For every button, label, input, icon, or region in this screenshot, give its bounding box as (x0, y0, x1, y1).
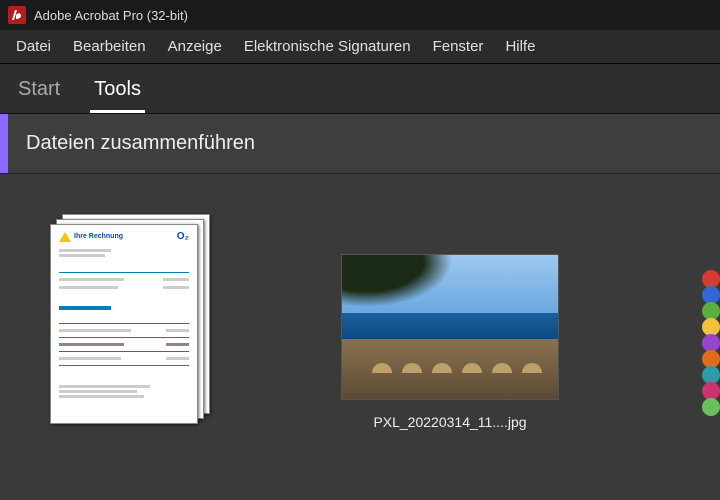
tab-tools[interactable]: Tools (88, 68, 147, 113)
tab-start[interactable]: Start (12, 68, 66, 113)
menubar: Datei Bearbeiten Anzeige Elektronische S… (0, 30, 720, 64)
titlebar: Adobe Acrobat Pro (32-bit) (0, 0, 720, 30)
warning-icon (59, 232, 71, 242)
panel-title: Dateien zusammenführen (8, 132, 255, 155)
menu-file[interactable]: Datei (6, 34, 61, 59)
menu-window[interactable]: Fenster (423, 34, 494, 59)
pdf-page-front: Ihre Rechnung O₂ (50, 224, 198, 424)
menu-help[interactable]: Hilfe (495, 34, 545, 59)
panel-header: Dateien zusammenführen (0, 114, 720, 174)
window-title: Adobe Acrobat Pro (32-bit) (34, 8, 188, 23)
file-list-area: Ihre Rechnung O₂ (0, 174, 720, 500)
image-thumbnail (341, 254, 559, 400)
file-item-partial[interactable] (702, 270, 720, 420)
file-item-image[interactable]: PXL_20220314_11....jpg (350, 214, 550, 430)
o2-logo: O₂ (177, 231, 189, 243)
panel-accent (0, 114, 8, 173)
tabbar: Start Tools (0, 64, 720, 114)
pdf-thumbnail-stack: Ihre Rechnung O₂ (50, 214, 210, 424)
acrobat-app-icon (8, 6, 26, 24)
menu-edit[interactable]: Bearbeiten (63, 34, 156, 59)
file-label-image: PXL_20220314_11....jpg (373, 414, 526, 430)
file-item-pdf[interactable]: Ihre Rechnung O₂ (30, 214, 230, 438)
menu-esign[interactable]: Elektronische Signaturen (234, 34, 421, 59)
invoice-title: Ihre Rechnung (74, 233, 123, 241)
menu-view[interactable]: Anzeige (158, 34, 232, 59)
